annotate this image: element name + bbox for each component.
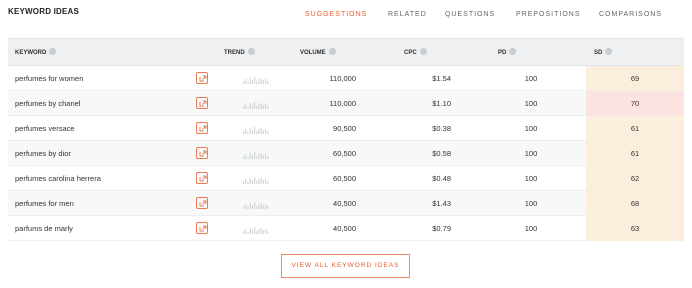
external-link-icon[interactable]: [196, 197, 208, 209]
pd-cell: 100: [524, 224, 538, 233]
column-volume-label: VOLUME: [300, 50, 326, 56]
table-row: perfumes for women 110,000 $1.54 100 69: [8, 66, 684, 91]
info-icon[interactable]: [49, 47, 57, 55]
cpc-cell: $0.58: [432, 149, 451, 158]
keyword-cell[interactable]: perfumes versace: [15, 116, 75, 141]
cpc-cell: $1.10: [432, 99, 451, 108]
column-keyword-label: KEYWORD: [15, 50, 47, 56]
keyword-cell[interactable]: perfumes carolina herrera: [15, 166, 101, 191]
keyword-table: KEYWORD TREND VOLUME CPC PD SD perfumes …: [8, 38, 684, 241]
sd-cell: 63: [586, 216, 684, 241]
column-keyword[interactable]: KEYWORD: [15, 39, 57, 67]
external-link-icon[interactable]: [196, 122, 208, 134]
cpc-cell: $1.54: [432, 74, 451, 83]
table-row: perfumes carolina herrera 60,500 $0.48 1…: [8, 166, 684, 191]
column-trend-label: TREND: [224, 50, 245, 56]
volume-cell: 40,500: [333, 224, 356, 233]
keyword-cell[interactable]: perfumes for women: [15, 66, 83, 91]
external-link-icon[interactable]: [196, 147, 208, 159]
column-trend[interactable]: TREND: [224, 39, 255, 67]
keyword-ideas-title: KEYWORD IDEAS: [8, 7, 80, 16]
pd-cell: 100: [524, 199, 538, 208]
tab-comparisons[interactable]: COMPARISONS: [599, 11, 662, 18]
external-link-icon[interactable]: [196, 97, 208, 109]
sd-cell: 62: [586, 166, 684, 191]
sd-cell: 61: [586, 141, 684, 166]
trend-sparkline-icon: [243, 202, 269, 209]
pd-cell: 100: [524, 149, 538, 158]
pd-cell: 100: [524, 124, 538, 133]
tab-suggestions[interactable]: SUGGESTIONS: [305, 11, 367, 18]
external-link-icon[interactable]: [196, 172, 208, 184]
info-icon[interactable]: [328, 47, 336, 55]
keyword-cell[interactable]: perfumes for men: [15, 191, 74, 216]
keyword-cell[interactable]: parfums de marly: [15, 216, 73, 241]
cpc-cell: $0.48: [432, 174, 451, 183]
pd-cell: 100: [524, 74, 538, 83]
table-row: perfumes by chanel 110,000 $1.10 100 70: [8, 91, 684, 116]
table-header: KEYWORD TREND VOLUME CPC PD SD: [8, 38, 684, 66]
sd-cell: 61: [586, 116, 684, 141]
volume-cell: 60,500: [333, 174, 356, 183]
column-cpc[interactable]: CPC: [404, 39, 427, 67]
column-pd-label: PD: [498, 50, 507, 56]
column-sd-label: SD: [594, 50, 603, 56]
info-icon[interactable]: [247, 47, 255, 55]
table-row: parfums de marly 40,500 $0.79 100 63: [8, 216, 684, 241]
column-cpc-label: CPC: [404, 50, 417, 56]
keyword-cell[interactable]: perfumes by dior: [15, 141, 71, 166]
volume-cell: 40,500: [333, 199, 356, 208]
trend-sparkline-icon: [243, 77, 269, 84]
info-icon[interactable]: [605, 47, 613, 55]
volume-cell: 110,000: [329, 99, 356, 108]
cpc-cell: $1.43: [432, 199, 451, 208]
sd-cell: 69: [586, 66, 684, 91]
table-row: perfumes versace 90,500 $0.38 100 61: [8, 116, 684, 141]
keyword-cell[interactable]: perfumes by chanel: [15, 91, 80, 116]
trend-sparkline-icon: [243, 152, 269, 159]
info-icon[interactable]: [419, 47, 427, 55]
external-link-icon[interactable]: [196, 222, 208, 234]
volume-cell: 60,500: [333, 149, 356, 158]
trend-sparkline-icon: [243, 177, 269, 184]
trend-sparkline-icon: [243, 227, 269, 234]
column-volume[interactable]: VOLUME: [300, 39, 336, 67]
trend-sparkline-icon: [243, 127, 269, 134]
cpc-cell: $0.79: [432, 224, 451, 233]
column-pd[interactable]: PD: [498, 39, 517, 67]
info-icon[interactable]: [509, 47, 517, 55]
view-all-keyword-ideas-button[interactable]: VIEW ALL KEYWORD IDEAS: [281, 254, 410, 278]
tab-questions[interactable]: QUESTIONS: [445, 11, 495, 18]
external-link-icon[interactable]: [196, 72, 208, 84]
table-row: perfumes by dior 60,500 $0.58 100 61: [8, 141, 684, 166]
tab-prepositions[interactable]: PREPOSITIONS: [516, 11, 581, 18]
pd-cell: 100: [524, 174, 538, 183]
pd-cell: 100: [524, 99, 538, 108]
trend-sparkline-icon: [243, 102, 269, 109]
sd-cell: 68: [586, 191, 684, 216]
sd-cell: 70: [586, 91, 684, 116]
volume-cell: 110,000: [329, 74, 356, 83]
column-sd[interactable]: SD: [594, 39, 613, 67]
tab-related[interactable]: RELATED: [388, 11, 427, 18]
table-body: perfumes for women 110,000 $1.54 100 69 …: [8, 66, 684, 241]
table-row: perfumes for men 40,500 $1.43 100 68: [8, 191, 684, 216]
cpc-cell: $0.38: [432, 124, 451, 133]
volume-cell: 90,500: [333, 124, 356, 133]
